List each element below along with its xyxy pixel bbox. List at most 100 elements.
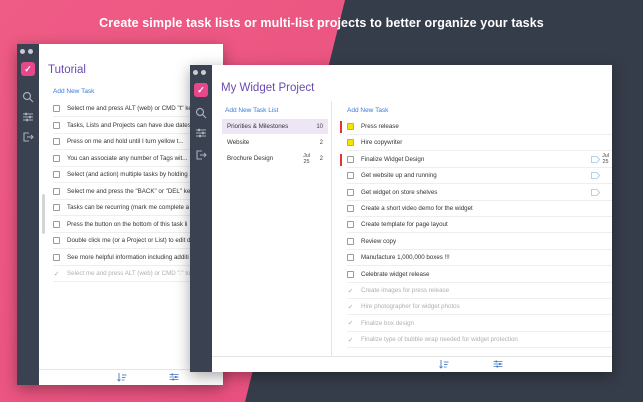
task-label: Review copy <box>361 237 397 245</box>
task-row[interactable]: Finalize Widget Design Jul 25 <box>340 152 612 168</box>
task-row[interactable]: Review copy <box>347 234 612 250</box>
close-dot[interactable] <box>193 70 198 75</box>
page-title: Tutorial <box>48 64 86 76</box>
task-list: Press release Hire copywriter Finalize Wid… <box>337 101 612 356</box>
task-label: Select me and press ALT (web) or CMD "t"… <box>67 105 195 112</box>
task-row[interactable]: Hire copywriter <box>347 135 612 152</box>
sidebar: ✓ <box>17 44 39 385</box>
task-checkbox[interactable] <box>347 270 354 278</box>
search-icon[interactable] <box>195 107 207 119</box>
task-list-name: Website <box>227 139 250 146</box>
check-icon[interactable]: ✓ <box>347 303 354 311</box>
add-task-link[interactable]: Add New Task <box>53 88 94 95</box>
task-checkbox[interactable] <box>347 155 354 163</box>
check-icon[interactable]: ✓ <box>347 319 354 327</box>
due-date: Jul 25 <box>303 153 310 165</box>
headline: Create simple task lists or multi-list p… <box>99 16 544 30</box>
due-day: 25 <box>303 158 310 165</box>
task-checkbox[interactable] <box>53 204 60 211</box>
check-logo-icon[interactable]: ✓ <box>194 83 208 97</box>
task-checkbox[interactable] <box>53 138 60 145</box>
task-checkbox[interactable] <box>347 139 354 147</box>
sign-out-icon[interactable] <box>22 131 34 143</box>
sidebar: ✓ <box>190 65 212 372</box>
task-row[interactable]: Get website up and running <box>347 168 612 185</box>
task-checkbox[interactable] <box>53 105 60 112</box>
window-controls <box>20 49 33 54</box>
task-label: Create images for press release <box>361 287 450 294</box>
sort-icon[interactable] <box>117 372 127 382</box>
tag-icon[interactable] <box>591 172 600 180</box>
task-list-item[interactable]: Brochure Design Jul 25 2 <box>222 151 328 166</box>
task-checkbox[interactable] <box>347 188 354 196</box>
search-icon[interactable] <box>22 91 34 103</box>
task-label: Select me and press the "BACK" or "DEL" … <box>67 187 194 195</box>
task-label: Manufacture 1,000,000 boxes !!! <box>361 254 450 262</box>
sliders-icon[interactable] <box>22 111 34 123</box>
minimize-dot[interactable] <box>28 49 33 54</box>
task-checkbox[interactable] <box>53 187 60 195</box>
sort-icon[interactable] <box>439 359 449 369</box>
task-row[interactable]: ✓ Hire photographer for widget photos <box>347 299 612 316</box>
tag-icon[interactable] <box>591 188 600 196</box>
task-label: Select (and action) multiple tasks by ho… <box>67 171 193 178</box>
task-checkbox[interactable] <box>347 123 354 130</box>
task-row[interactable]: Press release <box>340 119 612 135</box>
sliders-icon[interactable] <box>195 127 207 139</box>
task-checkbox[interactable] <box>53 253 60 261</box>
task-checkbox[interactable] <box>347 221 354 229</box>
sign-out-icon[interactable] <box>195 149 207 161</box>
task-checkbox[interactable] <box>347 205 354 212</box>
task-checkbox[interactable] <box>347 237 354 245</box>
task-row[interactable]: ✓ Finalize box design <box>347 316 612 332</box>
task-label: Get website up and running <box>361 172 437 180</box>
task-label: Select me and press ALT (web) or CMD "."… <box>67 270 191 277</box>
due-month: Jul <box>303 152 310 159</box>
task-row[interactable]: ✓ Finalize type of bubble wrap needed for… <box>347 332 612 349</box>
task-checkbox[interactable] <box>53 220 60 228</box>
task-label: Finalize Widget Design <box>361 155 425 163</box>
priority-marker <box>340 121 342 133</box>
task-label: Create a short video demo for the widget <box>361 205 473 212</box>
task-label: See more helpful information including a… <box>67 253 189 261</box>
task-count-badge: 2 <box>319 155 323 162</box>
task-checkbox[interactable] <box>53 154 60 162</box>
task-row[interactable]: Create template for page layout <box>347 217 612 234</box>
task-checkbox[interactable] <box>347 254 354 262</box>
sliders-icon[interactable] <box>493 359 503 369</box>
task-label: Get widget on store shelves <box>361 188 438 196</box>
task-label: Press on me and hold until I turn yellow… <box>67 138 184 145</box>
window-controls <box>193 70 206 75</box>
task-list-item[interactable]: Priorities & Milestones 10 <box>222 119 328 134</box>
task-label: Finalize box design <box>361 319 414 327</box>
tag-icon[interactable] <box>591 155 600 163</box>
check-icon[interactable]: ✓ <box>347 336 354 344</box>
check-icon[interactable]: ✓ <box>53 270 60 278</box>
task-row[interactable]: Get widget on store shelves <box>347 185 612 201</box>
task-label: Finalize type of bubble wrap needed for … <box>361 336 518 344</box>
task-checkbox[interactable] <box>53 171 60 178</box>
task-label: Hire copywriter <box>361 139 403 147</box>
task-row[interactable]: ✓ Create images for press release <box>347 283 612 299</box>
task-list-name: Brochure Design <box>227 155 274 162</box>
task-label: You can associate any number of Tags wit… <box>67 154 188 162</box>
task-label: Create template for page layout <box>361 221 448 229</box>
close-dot[interactable] <box>20 49 25 54</box>
task-row[interactable]: Manufacture 1,000,000 boxes !!! <box>347 250 612 267</box>
task-checkbox[interactable] <box>53 121 60 129</box>
check-icon[interactable]: ✓ <box>347 287 354 295</box>
scrollbar[interactable] <box>42 194 45 234</box>
task-checkbox[interactable] <box>53 237 60 244</box>
task-row[interactable]: Celebrate widget release <box>347 267 612 283</box>
task-label: Celebrate widget release <box>361 270 430 278</box>
check-logo-icon[interactable]: ✓ <box>21 62 35 76</box>
sliders-icon[interactable] <box>169 372 179 382</box>
task-label: Press release <box>361 123 399 130</box>
task-label: Tasks can be recurring (mark me complete… <box>67 204 190 211</box>
task-label: Hire photographer for widget photos <box>361 303 460 311</box>
task-count-badge: 2 <box>319 139 323 146</box>
task-checkbox[interactable] <box>347 172 354 180</box>
task-list-item[interactable]: Website 2 <box>222 135 328 150</box>
task-row[interactable]: Create a short video demo for the widget <box>347 201 612 217</box>
minimize-dot[interactable] <box>201 70 206 75</box>
